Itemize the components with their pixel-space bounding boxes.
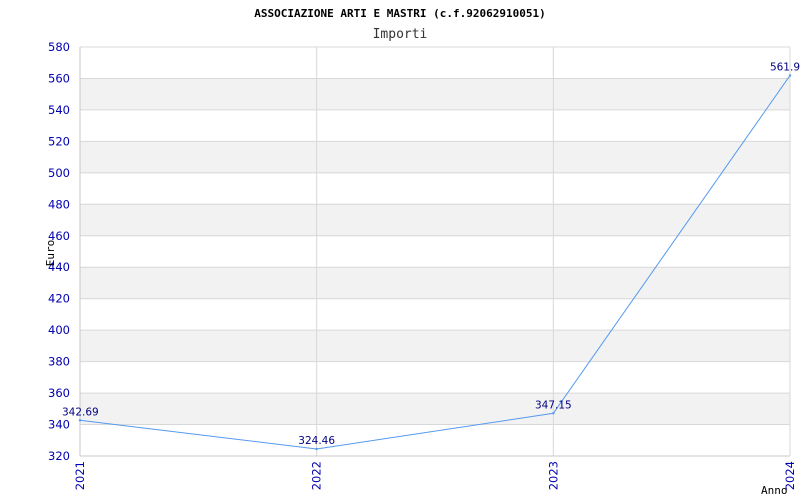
x-tick-label: 2021 bbox=[73, 461, 87, 490]
data-label: 342.69 bbox=[62, 406, 99, 418]
y-tick-label: 340 bbox=[48, 418, 70, 432]
data-label: 347.15 bbox=[535, 399, 572, 411]
y-tick-label: 540 bbox=[48, 103, 70, 117]
background-band bbox=[80, 393, 790, 425]
data-labels: 342.69 324.46 347.15 561.9 bbox=[62, 61, 800, 447]
background-band bbox=[80, 141, 790, 173]
data-point bbox=[78, 419, 82, 422]
data-point bbox=[552, 412, 555, 415]
background-band bbox=[80, 267, 790, 299]
data-label: 561.9 bbox=[770, 61, 800, 73]
data-label: 324.46 bbox=[298, 435, 335, 447]
y-tick-label: 580 bbox=[48, 40, 70, 54]
y-tick-label: 420 bbox=[48, 292, 70, 306]
y-axis-label: Euro bbox=[44, 240, 57, 267]
y-tick-label: 560 bbox=[48, 71, 70, 85]
chart-title: ASSOCIAZIONE ARTI E MASTRI (c.f.92062910… bbox=[254, 7, 545, 20]
y-tick-label: 520 bbox=[48, 134, 70, 148]
y-tick-label: 480 bbox=[48, 197, 70, 211]
x-axis-ticks: 2021 2022 2023 2024 bbox=[73, 461, 797, 490]
y-tick-label: 400 bbox=[48, 323, 70, 337]
background-bands bbox=[80, 78, 790, 425]
y-tick-label: 320 bbox=[48, 449, 70, 463]
background-band bbox=[80, 330, 790, 362]
y-tick-label: 380 bbox=[48, 355, 70, 369]
y-tick-label: 500 bbox=[48, 166, 70, 180]
x-tick-label: 2023 bbox=[546, 461, 560, 490]
background-band bbox=[80, 78, 790, 110]
chart-subtitle: Importi bbox=[373, 27, 428, 42]
data-point bbox=[788, 74, 792, 77]
background-band bbox=[80, 204, 790, 236]
x-axis-label: Anno bbox=[761, 484, 788, 497]
line-chart: 3203403603804004204404604805005205405605… bbox=[44, 7, 800, 497]
data-point bbox=[315, 447, 318, 451]
x-tick-label: 2022 bbox=[310, 461, 324, 490]
y-tick-label: 360 bbox=[48, 386, 70, 400]
